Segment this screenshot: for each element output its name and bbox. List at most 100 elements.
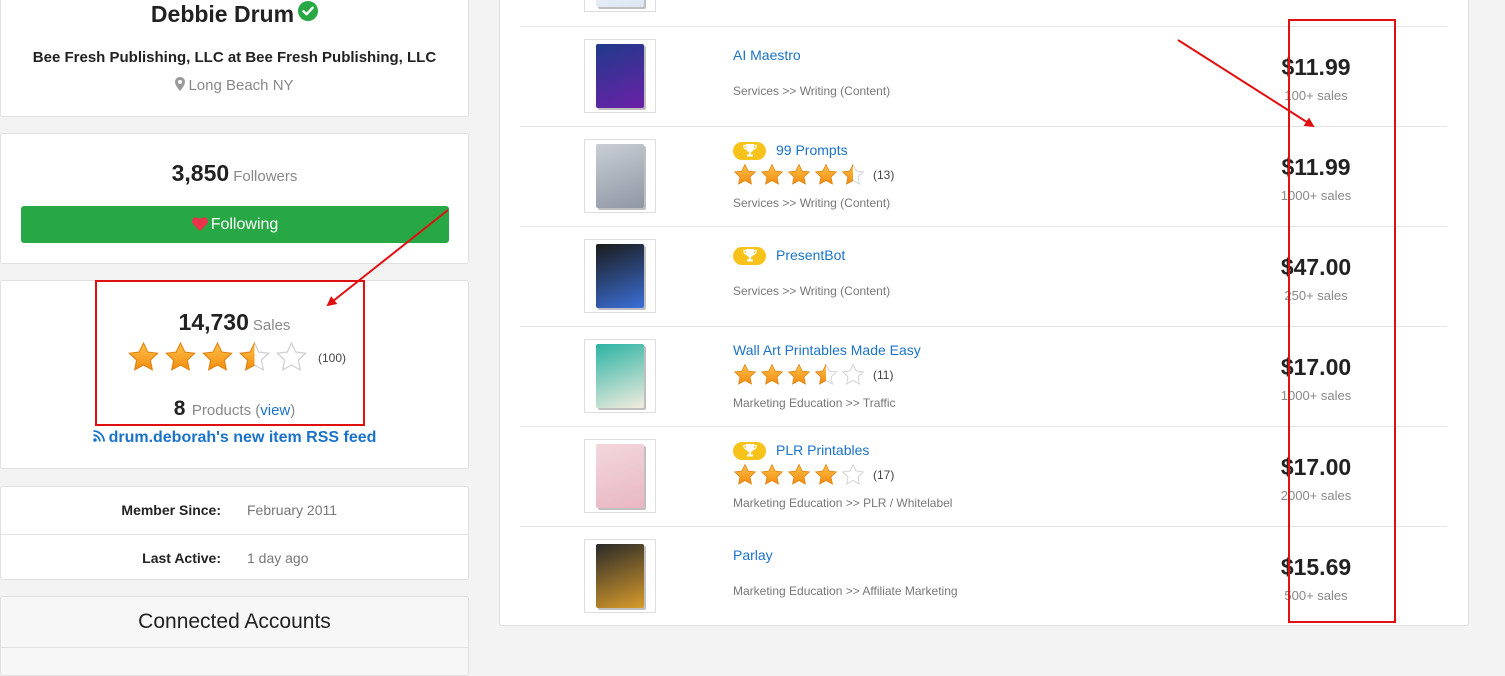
product-row: Wall Art Printables Made Easy (11) Marketi…: [520, 326, 1447, 427]
product-sales-count: 1000+ sales: [1280, 388, 1352, 403]
product-category: Marketing Education >> Traffic: [733, 396, 896, 410]
product-rating: (17): [733, 463, 894, 487]
verified-check-icon: [298, 0, 319, 27]
product-rating: (11): [733, 363, 893, 387]
star-icon: [760, 163, 784, 185]
product-link[interactable]: PresentBot: [776, 247, 845, 263]
product-row: Parlay Marketing Education >> Affiliate M…: [520, 526, 1447, 627]
location-text: Long Beach NY: [188, 77, 294, 94]
product-name: PLR Printables: [733, 442, 869, 461]
product-name: Parlay: [733, 547, 773, 563]
product-thumbnail[interactable]: [584, 439, 656, 513]
sales-card: 14,730 Sales (100) 8 Products (view) drum…: [0, 280, 469, 469]
following-button[interactable]: Following: [21, 206, 449, 243]
product-price: $11.99: [1281, 154, 1351, 180]
map-marker-icon: [175, 77, 186, 92]
product-link[interactable]: 99 Prompts: [776, 142, 848, 158]
product-price: $17.00: [1280, 354, 1352, 380]
trophy-icon: [742, 249, 757, 262]
product-price: $11.99: [1281, 54, 1351, 80]
star-icon: [841, 363, 865, 385]
seller-location: Long Beach NY: [1, 77, 468, 94]
product-category: Services >> Writing (Content): [733, 284, 891, 298]
product-thumbnail[interactable]: [584, 39, 656, 113]
product-thumbnail[interactable]: [584, 0, 656, 12]
rss-icon: [92, 429, 105, 442]
product-review-count: (13): [873, 168, 895, 182]
last-active-value: 1 day ago: [247, 550, 309, 566]
product-link[interactable]: AI Maestro: [733, 47, 801, 63]
product-category: Services >> Writing (Content): [733, 196, 891, 210]
following-button-label: Following: [210, 216, 279, 233]
product-sales-count: 250+ sales: [1284, 288, 1348, 303]
seller-profile-card: Debbie Drum Bee Fresh Publishing, LLC at…: [0, 0, 469, 117]
view-products-link[interactable]: view: [260, 402, 290, 419]
product-sales-count: 500+ sales: [1284, 588, 1348, 603]
product-name: PresentBot: [733, 247, 845, 266]
rss-feed-link[interactable]: drum.deborah's new item RSS feed: [109, 429, 377, 446]
seller-name-heading: Debbie Drum: [1, 1, 468, 29]
star-icon: [814, 163, 838, 185]
star-icon: [165, 341, 196, 371]
star-icon: [814, 463, 838, 485]
star-icon: [814, 363, 838, 385]
product-link[interactable]: PLR Printables: [776, 442, 869, 458]
product-link[interactable]: Wall Art Printables Made Easy: [733, 342, 921, 358]
star-icon: [841, 163, 865, 185]
star-icon: [733, 163, 757, 185]
products-count: 8: [173, 397, 186, 420]
followers-count: 3,850: [171, 160, 230, 186]
product-thumbnail[interactable]: [584, 139, 656, 213]
products-panel: AI Maestro Services >> Writing (Content) $…: [499, 0, 1469, 626]
product-review-count: (17): [873, 468, 895, 482]
star-icon: [202, 341, 233, 371]
star-icon: [787, 463, 811, 485]
product-name: 99 Prompts: [733, 142, 848, 161]
rss-feed: drum.deborah's new item RSS feed: [1, 429, 468, 447]
last-active-row: Last Active: 1 day ago: [1, 534, 468, 581]
star-icon: [733, 363, 757, 385]
product-thumbnail[interactable]: [584, 239, 656, 313]
product-row-partial: [520, 0, 1447, 26]
last-active-label: Last Active:: [142, 550, 221, 566]
product-sales-count: 2000+ sales: [1280, 488, 1352, 503]
product-review-count: (11): [873, 368, 894, 382]
product-price: $15.69: [1280, 554, 1352, 580]
sales-summary: 14,730 Sales: [1, 309, 468, 336]
connected-accounts-card: Connected Accounts: [0, 596, 469, 676]
followers-summary: 3,850 Followers: [1, 160, 468, 187]
star-icon: [760, 463, 784, 485]
product-sales-count: 1000+ sales: [1280, 188, 1352, 203]
seller-rating-count: (100): [318, 350, 347, 365]
product-category: Services >> Writing (Content): [733, 84, 891, 98]
star-icon: [733, 463, 757, 485]
member-since-label: Member Since:: [121, 502, 221, 518]
product-name: Wall Art Printables Made Easy: [733, 342, 921, 358]
product-row: 99 Prompts (13) Services >> Writing (Conte…: [520, 126, 1447, 227]
product-row: AI Maestro Services >> Writing (Content) $…: [520, 26, 1447, 127]
seller-company: Bee Fresh Publishing, LLC at Bee Fresh P…: [32, 49, 437, 66]
seller-name: Debbie Drum: [150, 1, 295, 27]
followers-card: 3,850 Followers Following: [0, 133, 469, 264]
product-row: PresentBot Services >> Writing (Content) $…: [520, 226, 1447, 327]
member-info-card: Member Since: February 2011 Last Active:…: [0, 486, 469, 580]
star-icon: [238, 341, 271, 372]
product-thumbnail[interactable]: [584, 339, 656, 413]
connected-accounts-title: Connected Accounts: [138, 610, 331, 633]
member-since-value: February 2011: [247, 502, 338, 518]
seller-rating-stars: [127, 341, 312, 374]
product-sales-count: 100+ sales: [1284, 88, 1348, 103]
sales-count: 14,730: [178, 309, 249, 335]
product-price: $47.00: [1280, 254, 1352, 280]
trophy-icon: [742, 444, 757, 457]
star-icon: [787, 163, 811, 185]
star-icon: [275, 341, 308, 372]
product-row: PLR Printables (17) Marketing Education >>…: [520, 426, 1447, 527]
product-link[interactable]: Parlay: [733, 547, 773, 563]
divider: [1, 647, 468, 648]
product-rating: (13): [733, 163, 894, 187]
product-thumbnail[interactable]: [584, 539, 656, 613]
products-label-close: ): [290, 402, 296, 419]
product-category: Marketing Education >> Affiliate Marketi…: [733, 584, 958, 598]
star-icon: [760, 363, 784, 385]
